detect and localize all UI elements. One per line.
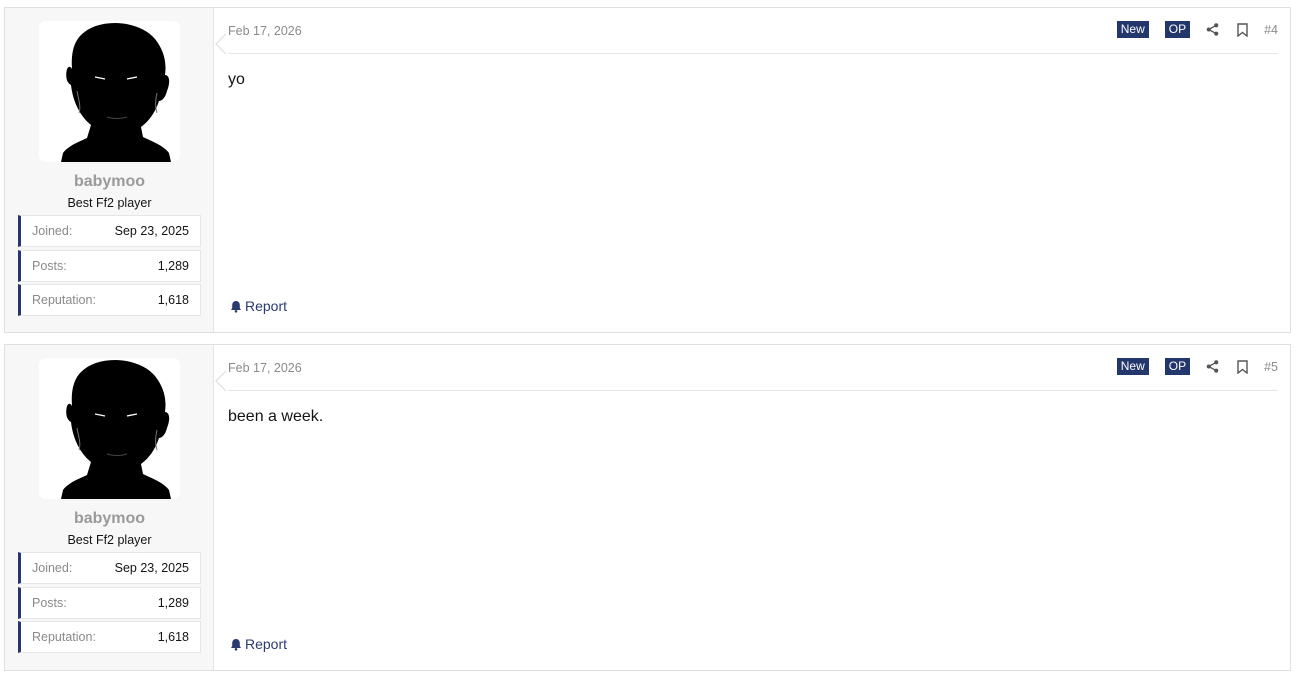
report-label: Report <box>245 298 288 314</box>
stat-label: Posts: <box>32 259 67 273</box>
stat-label: Joined: <box>32 224 73 238</box>
username[interactable]: babymoo <box>5 173 214 191</box>
stat-value[interactable]: 1,618 <box>158 630 189 644</box>
share-icon[interactable] <box>1204 22 1220 38</box>
username[interactable]: babymoo <box>5 510 214 528</box>
user-info-panel: babymoo Best Ff2 player Joined: Sep 23, … <box>5 8 227 332</box>
report-button[interactable]: Report <box>230 636 287 652</box>
post-actions: New OP #5 <box>1116 358 1278 375</box>
user-stat-reputation: Reputation: 1,618 <box>18 284 201 316</box>
user-stat-reputation: Reputation: 1,618 <box>18 621 201 653</box>
new-badge: New <box>1116 21 1149 38</box>
bell-icon <box>230 638 242 651</box>
header-divider <box>228 390 1278 391</box>
stat-value: Sep 23, 2025 <box>114 224 189 238</box>
post-main: Feb 17, 2026 New OP #4 yo Report <box>214 8 1290 332</box>
stat-value: Sep 23, 2025 <box>114 561 189 575</box>
stat-label: Joined: <box>32 561 73 575</box>
op-badge: OP <box>1164 358 1191 375</box>
post-content: been a week. <box>228 408 324 425</box>
post-date[interactable]: Feb 17, 2026 <box>228 361 302 375</box>
stat-value: 1,289 <box>157 259 189 273</box>
user-stat-joined: Joined: Sep 23, 2025 <box>18 552 201 584</box>
user-stat-posts: Posts: 1,289 <box>18 250 201 282</box>
bookmark-icon[interactable] <box>1234 359 1250 375</box>
post-actions: New OP #4 <box>1116 21 1278 38</box>
report-label: Report <box>245 636 288 652</box>
post: babymoo Best Ff2 player Joined: Sep 23, … <box>4 344 1291 671</box>
bookmark-icon[interactable] <box>1234 22 1250 38</box>
avatar-image <box>39 21 180 162</box>
stat-value[interactable]: 1,618 <box>158 293 189 307</box>
stat-value: 1,289 <box>157 596 189 610</box>
user-stat-joined: Joined: Sep 23, 2025 <box>18 215 201 247</box>
post-content: yo <box>228 71 245 88</box>
avatar-image <box>39 358 180 499</box>
new-badge: New <box>1116 358 1149 375</box>
report-button[interactable]: Report <box>230 298 287 314</box>
user-title: Best Ff2 player <box>67 196 152 210</box>
stat-label: Posts: <box>32 596 67 610</box>
post: babymoo Best Ff2 player Joined: Sep 23, … <box>4 7 1291 333</box>
post-date[interactable]: Feb 17, 2026 <box>228 24 302 38</box>
user-info-panel: babymoo Best Ff2 player Joined: Sep 23, … <box>5 345 227 670</box>
post-number[interactable]: #5 <box>1264 360 1278 374</box>
stat-label: Reputation: <box>32 630 96 644</box>
share-icon[interactable] <box>1204 359 1220 375</box>
op-badge: OP <box>1164 21 1191 38</box>
post-number[interactable]: #4 <box>1264 23 1278 37</box>
post-main: Feb 17, 2026 New OP #5 been a week. Repo… <box>214 345 1290 670</box>
user-stat-posts: Posts: 1,289 <box>18 587 201 619</box>
user-title: Best Ff2 player <box>67 533 152 547</box>
avatar[interactable] <box>39 358 180 499</box>
bell-icon <box>230 300 242 313</box>
avatar[interactable] <box>39 21 180 162</box>
header-divider <box>228 53 1278 54</box>
stat-label: Reputation: <box>32 293 96 307</box>
